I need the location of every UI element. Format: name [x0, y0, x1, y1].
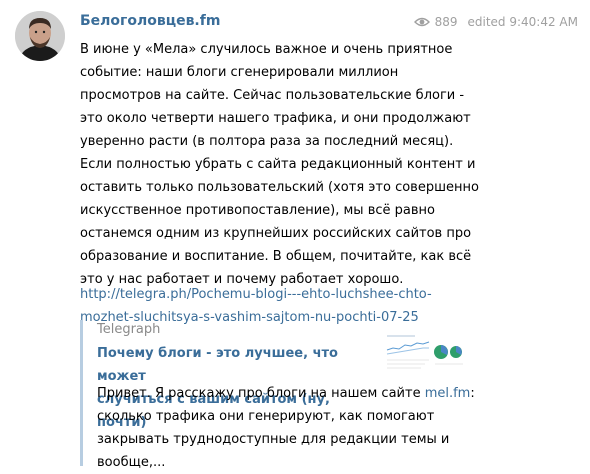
edited-timestamp: edited 9:40:42 AM	[467, 15, 579, 29]
message-text: В июне у «Мела» случилось важное и очень…	[80, 42, 479, 287]
mel-fm-link[interactable]: mel.fm	[425, 386, 471, 401]
channel-name[interactable]: Белоголовцев.fm	[80, 13, 220, 29]
channel-post: Белоголовцев.fm 889 edited 9:40:42 AM В …	[0, 0, 590, 470]
preview-description: Привет. Я расскажу про блоги на нашем са…	[97, 382, 497, 474]
link-preview[interactable]: Telegraph Почему блоги - это лучшее, что…	[80, 320, 483, 470]
preview-site-name: Telegraph	[97, 322, 161, 337]
article-link-line-1[interactable]: http://telegra.ph/Pochemu-blogi---ehto-l…	[80, 283, 432, 306]
views-count: 889	[434, 15, 458, 29]
post-meta: 889 edited 9:40:42 AM	[413, 15, 579, 29]
avatar[interactable]	[15, 11, 65, 61]
eye-icon	[413, 16, 430, 28]
preview-thumbnail[interactable]	[385, 330, 465, 374]
preview-description-text: Привет. Я расскажу про блоги на нашем са…	[97, 386, 425, 401]
post-header: Белоголовцев.fm 889 edited 9:40:42 AM	[80, 12, 578, 36]
